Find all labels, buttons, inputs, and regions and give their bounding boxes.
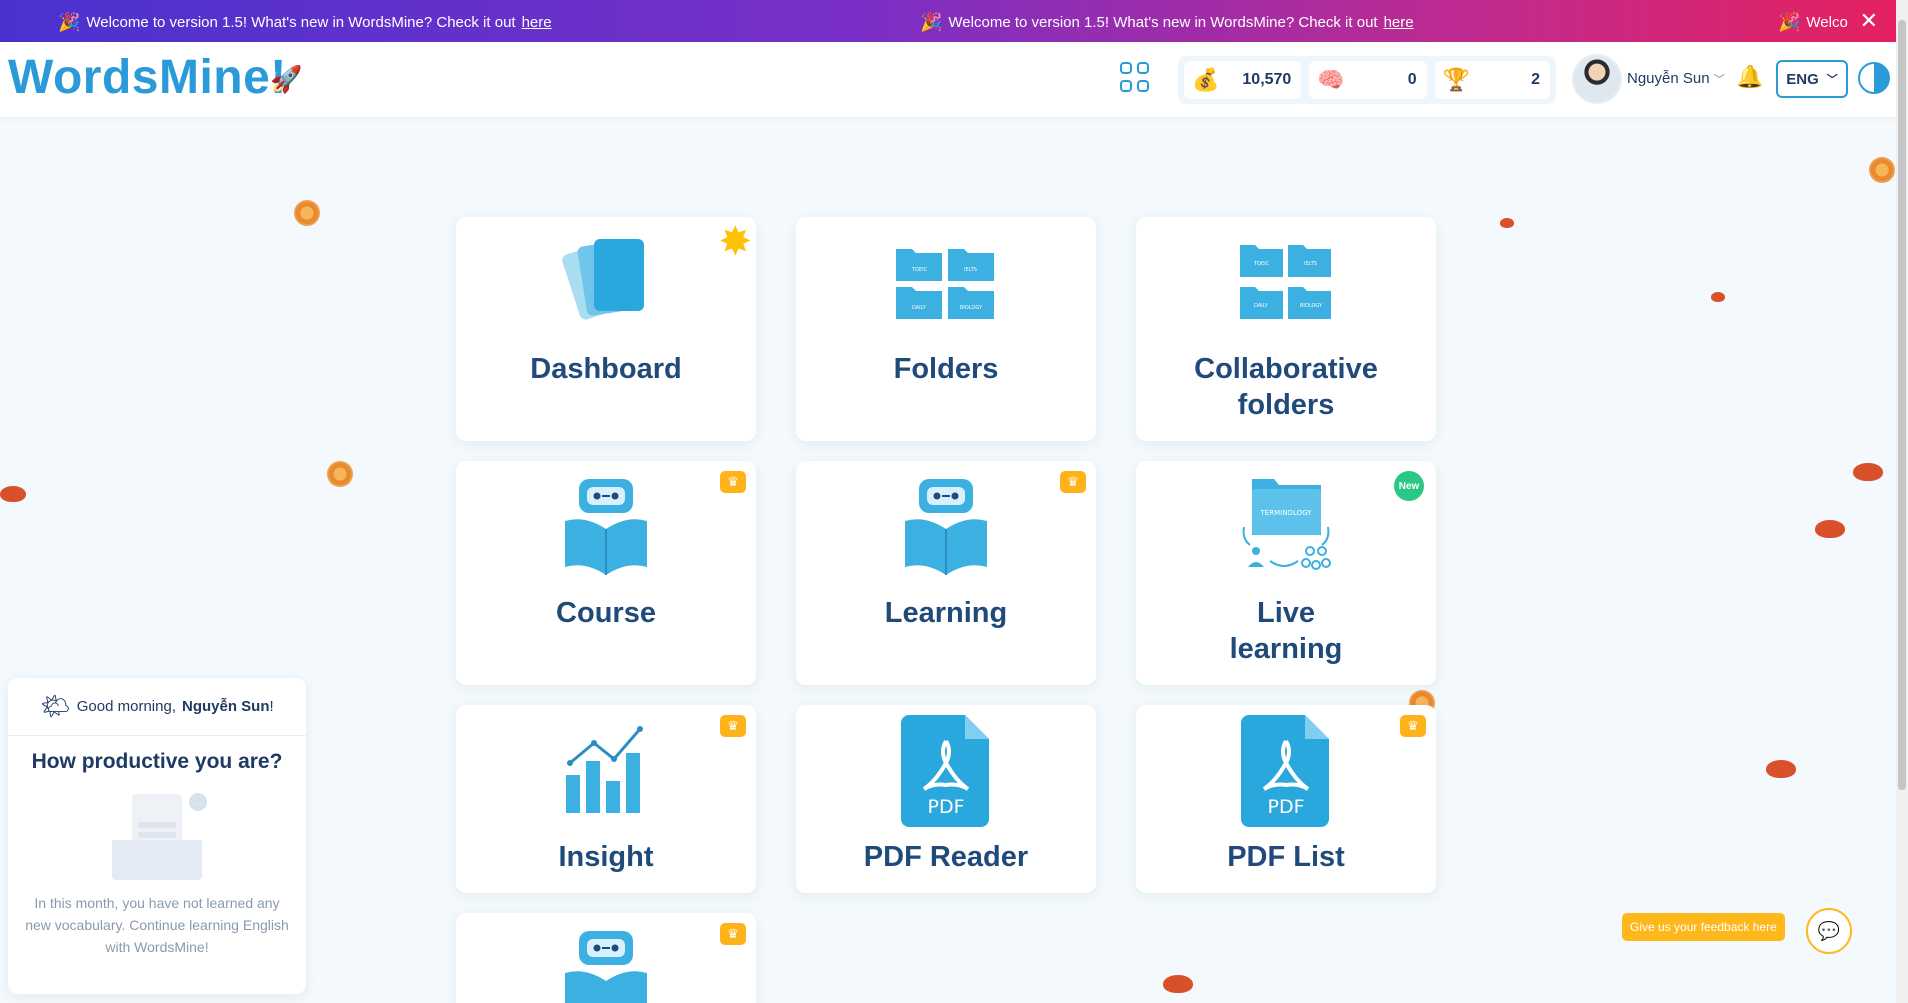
lantern-decoration (1500, 218, 1514, 228)
banner-message-partial: 🎉 Welco (1778, 12, 1848, 32)
pdf-file-icon: PDF (901, 715, 989, 827)
card-title: Folders (893, 353, 999, 385)
robot-book-icon (565, 931, 647, 1003)
svg-text:PDF: PDF (927, 796, 964, 818)
pdf-file-icon: PDF (1241, 715, 1329, 827)
card-course[interactable]: ♛ Course (456, 461, 756, 685)
productivity-message: In this month, you have not learned any … (25, 895, 289, 955)
apps-grid-icon[interactable] (1120, 62, 1150, 92)
card-title: Learning (884, 597, 1008, 629)
sun-cloud-icon: 🌤 (40, 693, 71, 720)
close-icon[interactable]: ✕ (1860, 8, 1878, 34)
shared-folders-icon: TOEIC IELTS DAILY BIOLOGY (1240, 245, 1331, 319)
crown-badge-icon: ♛ (720, 471, 746, 493)
robot-book-icon (565, 479, 647, 575)
empty-inbox-icon: … (102, 788, 212, 880)
language-select[interactable]: ENG ﹀ (1776, 60, 1848, 98)
card-live-learning[interactable]: New TERMINOLOGY Live learning (1136, 461, 1436, 685)
chat-icon[interactable]: 💬 (1806, 908, 1852, 954)
card-title: Dashboard (530, 353, 682, 385)
banner-message-repeat: 🎉 Welcome to version 1.5! What's new in … (920, 12, 1414, 32)
card-title: PDF List (1227, 841, 1345, 873)
brain-icon: 🧠 (1317, 67, 1345, 92)
crown-badge-icon: ♛ (720, 923, 746, 945)
card-pdf-list[interactable]: ♛ PDF PDF List (1136, 705, 1436, 893)
trophy-icon: 🏆 (1442, 67, 1471, 92)
chevron-down-icon: ﹀ (1826, 74, 1838, 86)
star-badge-icon: ✸ (718, 220, 752, 264)
money-bag-icon: 💰 (1192, 67, 1220, 92)
card-title: Collaborative folders (1194, 353, 1378, 421)
party-popper-icon: 🎉 (1778, 12, 1801, 32)
lantern-decoration (1711, 292, 1725, 302)
greeting-panel: 🌤 Good morning, Nguyễn Sun! How producti… (8, 678, 306, 994)
avatar[interactable] (1572, 54, 1622, 104)
mooncake-decoration (294, 200, 320, 226)
svg-text:IELTS: IELTS (1304, 261, 1317, 267)
card-title: Course (556, 597, 656, 629)
cards-stack-icon (562, 239, 644, 320)
lantern-decoration (1766, 760, 1796, 778)
productivity-question: How productive you are? (31, 750, 283, 773)
lantern-decoration (0, 486, 26, 502)
card-collaborative-folders[interactable]: TOEIC IELTS DAILY BIOLOGY Collaborative fo… (1136, 217, 1436, 441)
brain-stat: 🧠 0 (1309, 61, 1427, 99)
party-popper-icon: 🎉 (920, 12, 943, 32)
user-menu[interactable]: Nguyễn Sun ﹀ (1627, 70, 1725, 87)
banner-link[interactable]: here (522, 14, 552, 31)
svg-text:TERMINOLOGY: TERMINOLOGY (1260, 509, 1313, 517)
card-dashboard[interactable]: ✸ Dashboard (456, 217, 756, 441)
bell-icon[interactable]: 🔔 (1736, 64, 1763, 90)
banner-link[interactable]: here (1384, 14, 1414, 31)
coins-stat: 💰 10,570 (1184, 61, 1302, 99)
feedback-button[interactable]: Give us your feedback here (1622, 913, 1785, 941)
live-folder-icon: TERMINOLOGY (1242, 479, 1331, 570)
svg-text:TOEIC: TOEIC (1253, 261, 1270, 267)
party-popper-icon: 🎉 (58, 12, 81, 32)
crown-badge-icon: ♛ (720, 715, 746, 737)
crown-badge-icon: ♛ (1060, 471, 1086, 493)
rocket-icon: 🚀 (270, 64, 303, 94)
app-logo[interactable]: WordsMine! (8, 50, 287, 105)
card-pdf-reader[interactable]: PDF PDF Reader (796, 705, 1096, 893)
chevron-down-icon: ﹀ (1713, 74, 1725, 86)
page-scrollbar[interactable] (1896, 0, 1908, 1003)
svg-text:TOEIC: TOEIC (911, 267, 928, 273)
new-badge: New (1394, 471, 1424, 501)
card-folders[interactable]: TOEIC IELTS DAILY BIOLOGY Folders (796, 217, 1096, 441)
svg-text:BIOLOGY: BIOLOGY (960, 305, 983, 311)
card-title: Live learning (1229, 597, 1343, 665)
trophy-stat: 🏆 2 (1434, 61, 1550, 99)
svg-text:PDF: PDF (1267, 796, 1304, 818)
card-partial[interactable]: ♛ (456, 913, 756, 1003)
theme-toggle-icon[interactable] (1858, 62, 1890, 94)
svg-text:…: … (194, 797, 203, 807)
card-title: PDF Reader (863, 841, 1029, 873)
svg-text:BIOLOGY: BIOLOGY (1300, 303, 1323, 309)
top-header: WordsMine! 🚀 💰 10,570 🧠 0 🏆 2 Nguyễn Sun… (0, 42, 1896, 117)
crown-badge-icon: ♛ (1400, 715, 1426, 737)
lantern-decoration (1815, 520, 1845, 538)
card-insight[interactable]: ♛ Insight (456, 705, 756, 893)
robot-book-icon (905, 479, 987, 575)
card-title: Insight (558, 841, 654, 873)
bar-chart-icon (566, 726, 643, 813)
lantern-decoration (1163, 975, 1193, 993)
greeting-header: 🌤 Good morning, Nguyễn Sun! (8, 678, 306, 736)
svg-text:IELTS: IELTS (964, 267, 977, 273)
mooncake-decoration (1869, 157, 1895, 183)
scrollbar-thumb[interactable] (1898, 20, 1906, 790)
stats-bar: 💰 10,570 🧠 0 🏆 2 (1178, 56, 1556, 104)
lantern-decoration (1853, 463, 1883, 481)
mooncake-decoration (327, 461, 353, 487)
banner-message: 🎉 Welcome to version 1.5! What's new in … (58, 12, 552, 32)
folders-icon: TOEIC IELTS DAILY BIOLOGY (896, 249, 994, 319)
card-learning[interactable]: ♛ Learning (796, 461, 1096, 685)
svg-text:DAILY: DAILY (1254, 303, 1269, 309)
announcement-banner: 🎉 Welcome to version 1.5! What's new in … (0, 0, 1908, 42)
svg-text:DAILY: DAILY (912, 305, 927, 311)
